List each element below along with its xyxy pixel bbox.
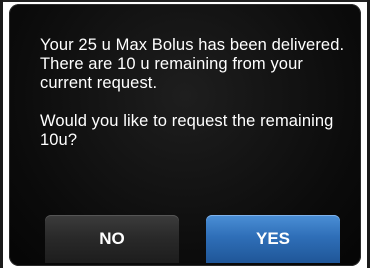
dialog-message: Your 25 u Max Bolus has been delivered. … [40,36,345,150]
request-remaining-question: Would you like to request the remaining … [40,112,334,149]
frame-left-edge [0,0,3,268]
device-frame: Your 25 u Max Bolus has been delivered. … [0,0,370,268]
no-button[interactable]: NO [45,215,179,263]
yes-button[interactable]: YES [206,215,340,263]
frame-top-edge [0,0,370,2]
bolus-delivered-text: Your 25 u Max Bolus has been delivered. … [40,36,345,92]
